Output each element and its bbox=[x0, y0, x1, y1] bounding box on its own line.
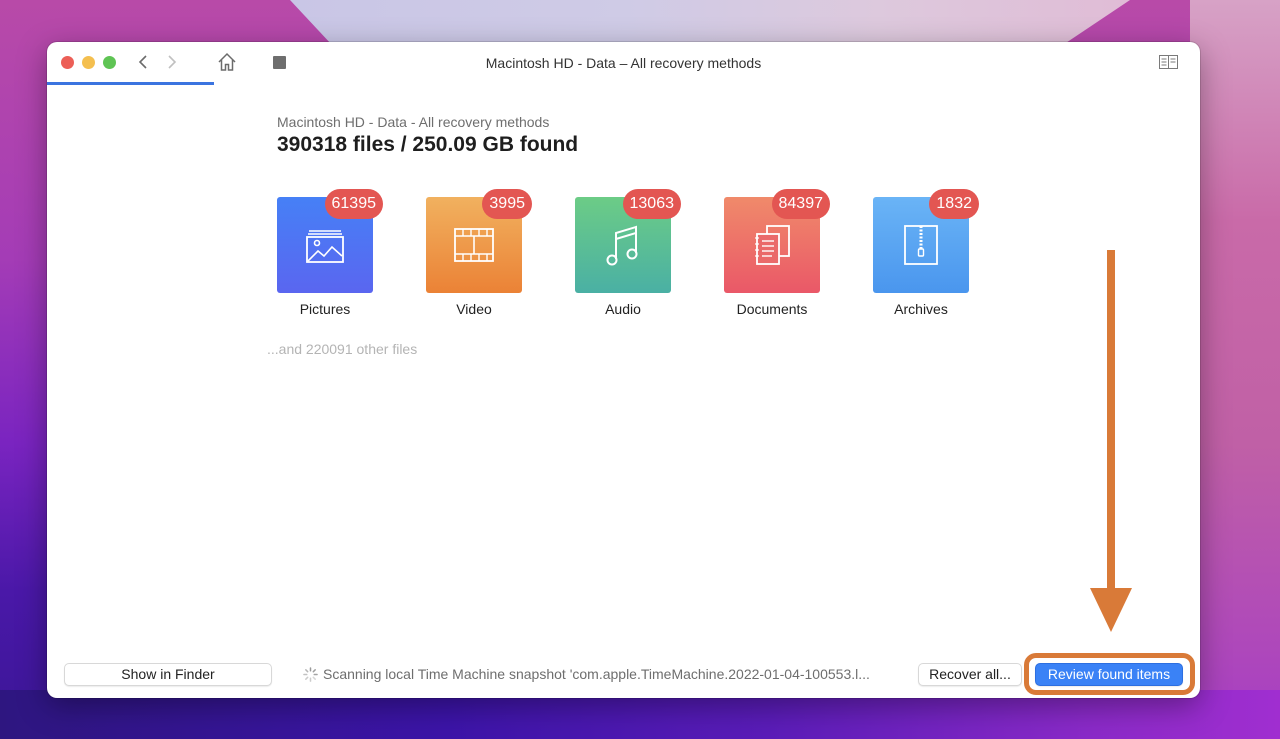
show-in-finder-button[interactable]: Show in Finder bbox=[64, 663, 272, 686]
wallpaper-right bbox=[1190, 0, 1280, 739]
file-categories: 61395 Pictures 3995 Video 13063 Audio 84… bbox=[277, 189, 1037, 327]
other-files-link[interactable]: ...and 220091 other files bbox=[267, 341, 417, 357]
zip-archive-icon bbox=[904, 225, 938, 265]
scan-progress-fill bbox=[47, 82, 215, 85]
review-found-items-button[interactable]: Review found items bbox=[1035, 663, 1183, 686]
recover-all-button[interactable]: Recover all... bbox=[918, 663, 1022, 686]
titlebar: Macintosh HD - Data – All recovery metho… bbox=[47, 42, 1200, 85]
category-count-badge: 61395 bbox=[324, 189, 383, 219]
category-label: Video bbox=[456, 301, 492, 317]
category-label: Documents bbox=[736, 301, 808, 317]
footer-bar: Show in Finder Scanning local Time Machi… bbox=[47, 653, 1200, 697]
film-icon bbox=[454, 228, 494, 262]
category-count-badge: 3995 bbox=[482, 189, 532, 219]
app-window: Macintosh HD - Data – All recovery metho… bbox=[47, 42, 1200, 698]
scan-source-subtitle: Macintosh HD - Data - All recovery metho… bbox=[277, 114, 550, 130]
category-label: Archives bbox=[894, 301, 948, 317]
category-label: Pictures bbox=[299, 301, 351, 317]
category-count-badge: 1832 bbox=[929, 189, 979, 219]
category-label: Audio bbox=[605, 301, 641, 317]
documents-icon bbox=[755, 225, 790, 265]
scan-progress-bar bbox=[47, 82, 1200, 85]
scan-status: Scanning local Time Machine snapshot 'co… bbox=[303, 666, 870, 682]
picture-icon bbox=[306, 230, 344, 263]
annotation-arrow-icon bbox=[1090, 250, 1132, 632]
category-count-badge: 84397 bbox=[771, 189, 830, 219]
spinner-icon bbox=[303, 667, 318, 682]
sidebar-toggle-button[interactable] bbox=[1159, 55, 1178, 69]
window-title: Macintosh HD - Data – All recovery metho… bbox=[485, 55, 762, 71]
found-files-headline: 390318 files / 250.09 GB found bbox=[277, 133, 579, 156]
category-count-badge: 13063 bbox=[622, 189, 681, 219]
wallpaper-top bbox=[290, 0, 1130, 45]
scan-status-text: Scanning local Time Machine snapshot 'co… bbox=[323, 666, 870, 682]
book-sidebar-icon bbox=[1159, 55, 1178, 69]
music-note-icon bbox=[606, 225, 638, 266]
scan-summary: Macintosh HD - Data - All recovery metho… bbox=[277, 114, 578, 157]
